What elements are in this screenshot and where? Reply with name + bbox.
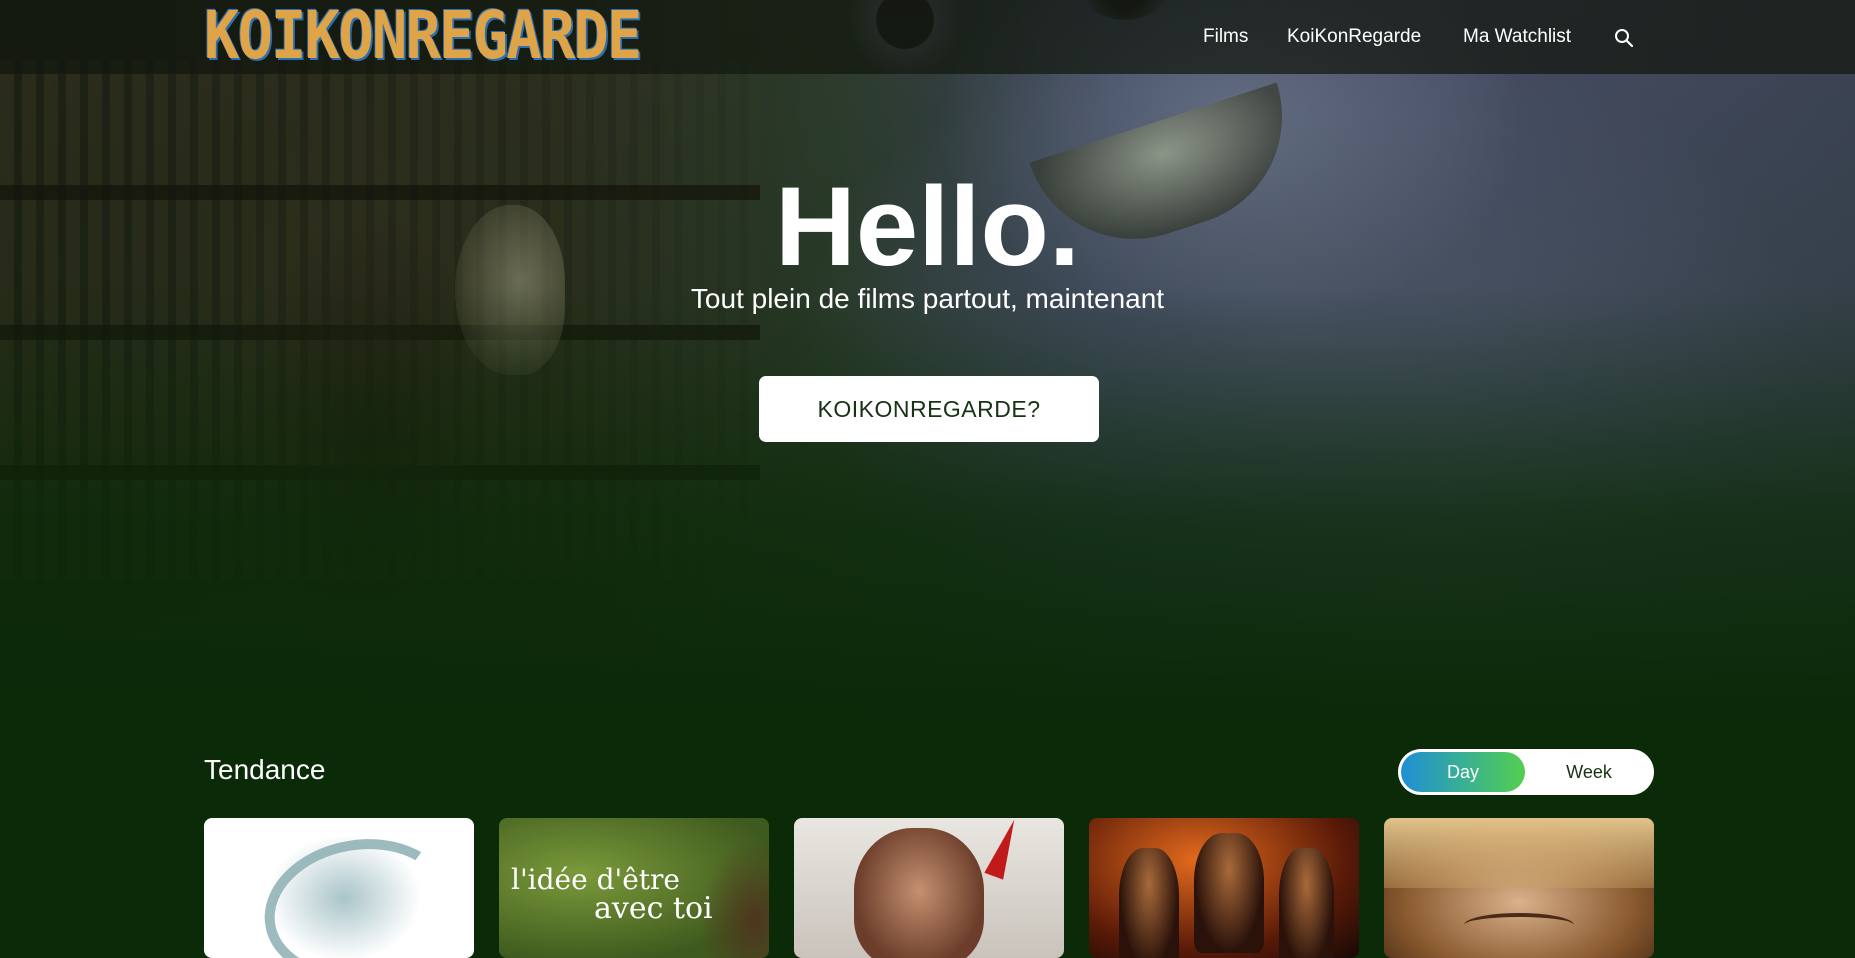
poster-eyes xyxy=(1464,913,1574,937)
poster-hair xyxy=(1384,818,1654,888)
hero-subtitle: Tout plein de films partout, maintenant xyxy=(690,283,1165,314)
poster-swirl-art xyxy=(253,824,465,958)
nav-watchlist-link[interactable]: Ma Watchlist xyxy=(1463,26,1571,48)
trending-section-title: Tendance xyxy=(204,754,326,785)
nav-koikonregarde-link[interactable]: KoiKonRegarde xyxy=(1287,26,1421,48)
toggle-day-option[interactable]: Day xyxy=(1401,749,1525,795)
poster-face xyxy=(854,828,984,958)
movie-card-4[interactable] xyxy=(1089,818,1359,958)
hero-title: Hello. xyxy=(775,164,1080,289)
movie-card-1[interactable] xyxy=(204,818,474,958)
koikonregarde-cta-button[interactable]: KOIKONREGARDE? xyxy=(759,376,1099,442)
nav-films-link[interactable]: Films xyxy=(1203,26,1248,48)
day-week-toggle[interactable]: Day Week xyxy=(1398,749,1654,795)
site-logo[interactable]: KOIKONREGARDE xyxy=(204,3,642,69)
poster-title-line-2: avec toi xyxy=(594,891,713,926)
hero-banner xyxy=(0,0,1855,720)
top-navigation-bar: KOIKONREGARDE Films KoiKonRegarde Ma Wat… xyxy=(0,0,1855,74)
search-icon[interactable] xyxy=(1614,28,1634,48)
poster-title-line-1: l'idée d'être xyxy=(511,863,680,896)
poster-red-horn xyxy=(984,818,1024,880)
poster-figure-center xyxy=(1194,833,1264,953)
poster-figure-left xyxy=(1119,848,1179,958)
hero-fade-overlay xyxy=(0,0,1855,720)
movie-card-2[interactable]: l'idée d'être avec toi xyxy=(499,818,769,958)
movie-card-5[interactable] xyxy=(1384,818,1654,958)
poster-figure-right xyxy=(1279,848,1334,958)
movie-card-3[interactable] xyxy=(794,818,1064,958)
toggle-week-option[interactable]: Week xyxy=(1527,749,1651,795)
